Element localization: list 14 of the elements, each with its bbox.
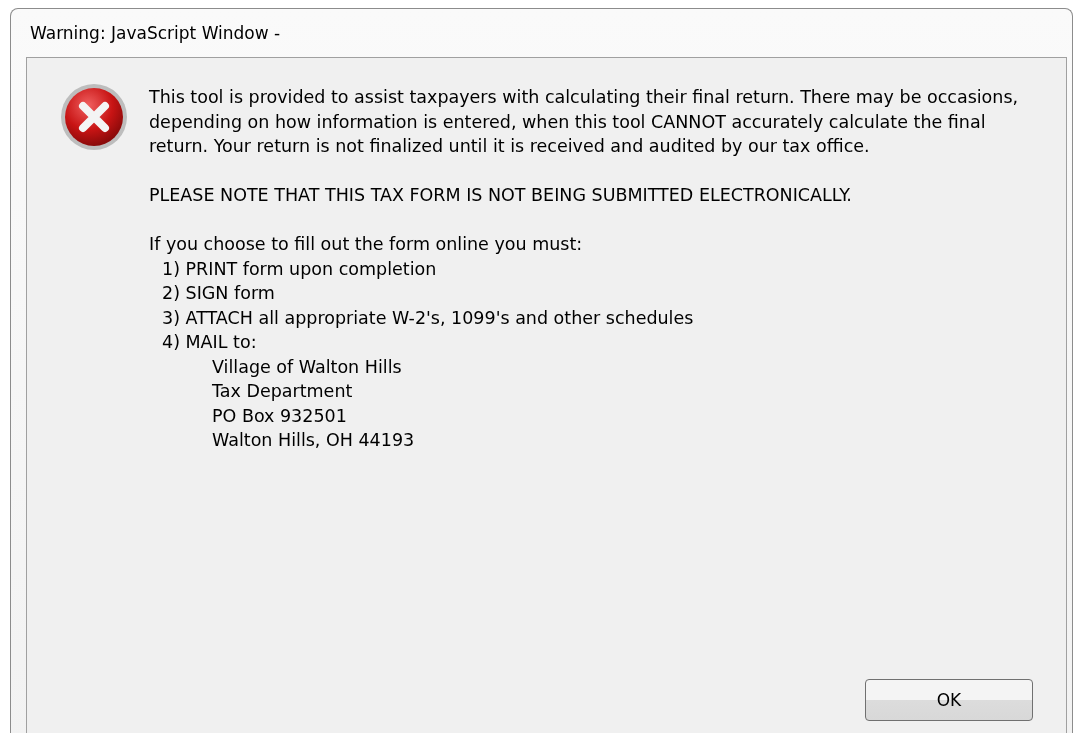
- error-icon: [59, 82, 129, 152]
- address-line: PO Box 932501: [211, 404, 348, 428]
- step-text: 3) ATTACH all appropriate W-2's, 1099's and other schedules: [161, 306, 695, 330]
- address-line: Walton Hills, OH 44193: [211, 429, 416, 452]
- step-text: 1) PRINT form upon completion: [161, 257, 438, 281]
- step-text: 4) MAIL to:: [161, 331, 258, 354]
- address-line: Village of Walton Hills: [211, 355, 403, 379]
- ok-button[interactable]: OK: [865, 679, 1033, 721]
- message-paragraph: This tool is provided to assist taxpayers with calculating their final return. There may be occasions, depending on how information is entered, when this tool CANNOT accurately calculate the final return. Your return is not finalized until it is received and audited by our tax office.: [149, 86, 1020, 158]
- window-title: Warning: JavaScript Window -: [30, 23, 281, 43]
- instruction-text: If you choose to fill out the form online you must:: [149, 233, 584, 256]
- address-line: Tax Department: [211, 380, 354, 403]
- message-paragraph: PLEASE NOTE THAT THIS TAX FORM IS NOT BEING SUBMITTED ELECTRONICALLY.: [149, 184, 853, 207]
- step-text: 2) SIGN form: [161, 282, 276, 305]
